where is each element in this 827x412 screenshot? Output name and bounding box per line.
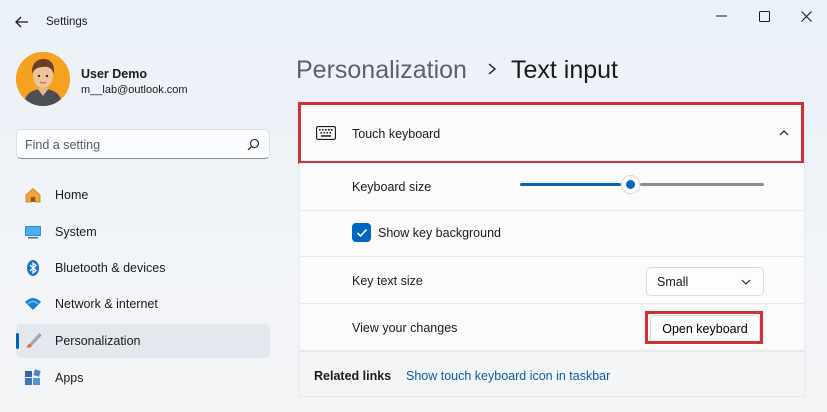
sidebar-item-bluetooth[interactable]: Bluetooth & devices — [16, 251, 270, 285]
related-links-title: Related links — [314, 369, 392, 383]
monitor-icon — [25, 226, 41, 239]
keyboard-icon — [316, 126, 336, 140]
search-input[interactable] — [25, 136, 235, 154]
sidebar-item-system[interactable]: System — [16, 215, 270, 249]
back-button[interactable] — [10, 10, 34, 34]
search-icon[interactable] — [247, 138, 260, 151]
maximize-button[interactable] — [744, 4, 784, 28]
slider-track — [640, 183, 764, 186]
search-box[interactable] — [16, 129, 270, 159]
touch-keyboard-title: Touch keyboard — [352, 127, 441, 141]
home-icon — [25, 187, 41, 203]
sidebar-item-label: Bluetooth & devices — [55, 261, 166, 275]
settings-window: Settings User Demo m__lab@outlook.com Fi… — [0, 0, 827, 412]
sidebar-item-label: Home — [55, 188, 89, 202]
view-changes-label: View your changes — [352, 321, 458, 335]
taskbar-keyboard-icon-link[interactable]: Show touch keyboard icon in taskbar — [406, 369, 610, 383]
show-key-background-checkbox[interactable] — [352, 223, 371, 242]
show-key-background-label[interactable]: Show key background — [378, 226, 501, 240]
keyboard-size-slider[interactable] — [520, 175, 764, 194]
minimize-button[interactable] — [701, 4, 741, 28]
bluetooth-icon — [27, 260, 39, 276]
sidebar-item-personalization[interactable]: Personalization — [16, 324, 270, 358]
close-icon — [800, 10, 812, 22]
avatar[interactable] — [16, 52, 70, 106]
related-links-row: Related links Show touch keyboard icon i… — [299, 351, 805, 397]
sidebar-item-label: Apps — [55, 371, 84, 385]
show-key-background-row: Show key background — [299, 211, 805, 257]
close-button[interactable] — [786, 4, 826, 28]
apps-icon — [25, 369, 41, 385]
chevron-down-icon — [741, 279, 751, 285]
view-changes-row: View your changes Open keyboard — [299, 304, 805, 351]
page-title: Text input — [511, 56, 619, 84]
sidebar-item-label: Network & internet — [55, 297, 158, 311]
sidebar-item-label: Personalization — [55, 334, 141, 348]
dropdown-value: Small — [657, 275, 689, 289]
sidebar-item-home[interactable]: Home — [16, 178, 270, 212]
sidebar-item-apps[interactable]: Apps — [16, 361, 270, 395]
keyboard-size-row: Keyboard size — [299, 163, 805, 211]
sidebar-item-label: System — [55, 225, 97, 239]
touch-keyboard-expander[interactable]: Touch keyboard — [299, 103, 805, 163]
key-text-size-label: Key text size — [352, 274, 423, 288]
title-bar: Settings — [0, 0, 827, 44]
open-keyboard-button[interactable]: Open keyboard — [650, 315, 760, 344]
app-title: Settings — [46, 16, 88, 28]
keyboard-size-label: Keyboard size — [352, 180, 432, 194]
chevron-right-icon — [488, 63, 497, 75]
wifi-icon — [25, 298, 41, 310]
maximize-icon — [758, 10, 770, 22]
key-text-size-dropdown[interactable]: Small — [646, 267, 764, 296]
key-text-size-row: Key text size Small — [299, 257, 805, 304]
user-name: User Demo — [81, 67, 147, 81]
chevron-up-icon[interactable] — [778, 127, 790, 139]
minimize-icon — [715, 15, 727, 17]
breadcrumb-parent[interactable]: Personalization — [296, 56, 467, 85]
user-avatar-icon — [16, 52, 70, 106]
sidebar-item-network[interactable]: Network & internet — [16, 287, 270, 321]
brush-icon — [26, 333, 42, 348]
slider-fill — [520, 183, 621, 186]
slider-thumb[interactable] — [621, 175, 640, 194]
active-indicator — [16, 333, 19, 349]
user-email: m__lab@outlook.com — [81, 84, 188, 96]
back-arrow-icon — [15, 16, 28, 28]
checkmark-icon — [356, 228, 367, 237]
